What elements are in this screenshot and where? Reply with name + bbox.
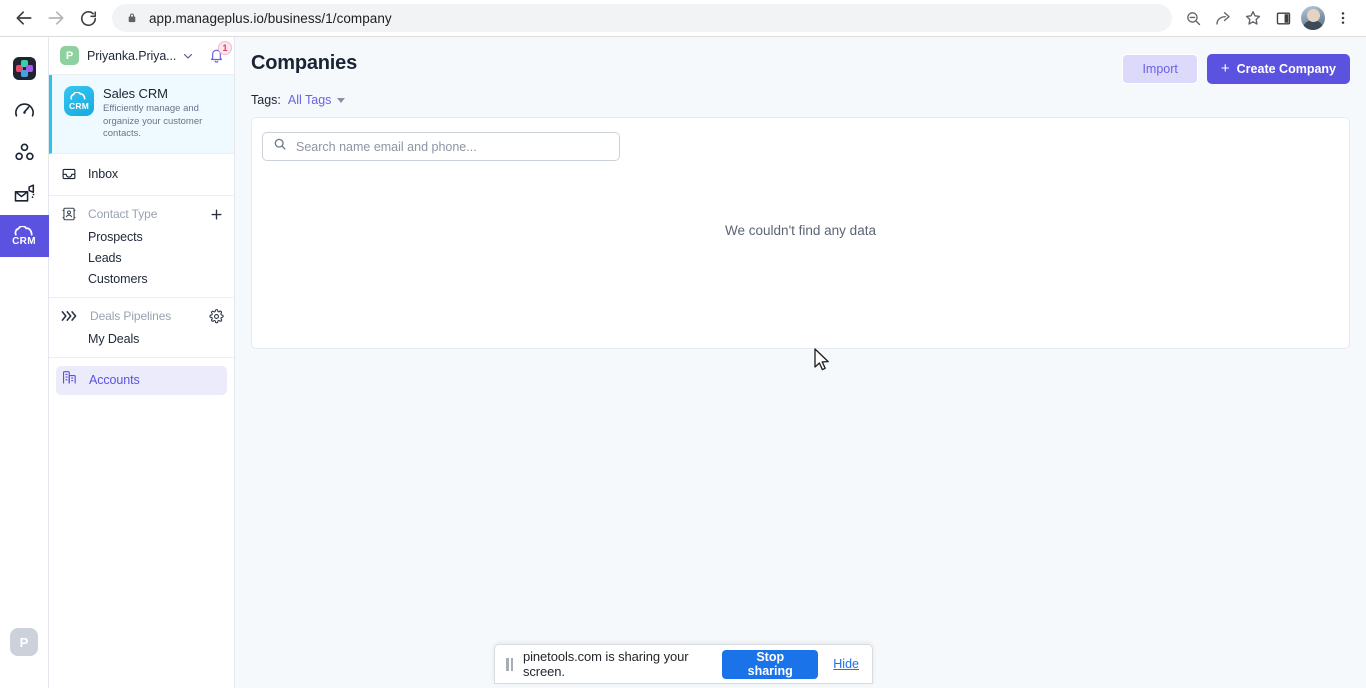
app-card-sales-crm[interactable]: CRM Sales CRM Efficiently manage and org… (49, 75, 234, 154)
add-contact-type-button[interactable] (209, 207, 224, 222)
sidebar-section-contact-type: Contact Type Prospects Leads Customers (49, 196, 234, 298)
url-text: app.manageplus.io/business/1/company (149, 10, 392, 26)
address-bar[interactable]: app.manageplus.io/business/1/company (112, 4, 1172, 32)
sidebar-group-deals-pipelines-label: Deals Pipelines (90, 309, 172, 324)
reload-button[interactable] (72, 2, 104, 34)
notification-badge: 1 (218, 41, 232, 55)
page-title: Companies (251, 52, 358, 74)
deals-pipelines-settings-button[interactable] (209, 308, 224, 324)
companies-card: We couldn't find any data (251, 117, 1350, 349)
search-input[interactable] (296, 139, 609, 154)
sidebar-item-customers[interactable]: Customers (49, 269, 234, 290)
sidebar-item-my-deals[interactable]: My Deals (49, 329, 234, 350)
back-button[interactable] (8, 2, 40, 34)
create-company-button-label: Create Company (1236, 62, 1336, 76)
plus-icon: + (1220, 60, 1230, 77)
share-icon (1216, 12, 1230, 25)
tags-value[interactable]: All Tags (288, 93, 332, 107)
sidebar-item-accounts-label: Accounts (89, 373, 140, 388)
caret-down-icon (337, 97, 346, 103)
app-card-description: Efficiently manage and organize your cus… (103, 103, 203, 140)
pause-icon (506, 657, 513, 671)
forward-arrow-icon (48, 11, 64, 25)
zoom-out-icon (1186, 11, 1200, 25)
lock-icon (126, 12, 138, 24)
zoom-out-button[interactable] (1178, 3, 1208, 33)
stop-sharing-button[interactable]: Stop sharing (722, 649, 819, 679)
gear-icon (209, 308, 224, 323)
screen-share-bar: pinetools.com is sharing your screen. St… (494, 644, 873, 684)
rail-item-logo[interactable] (0, 47, 49, 89)
avatar: P (10, 628, 38, 656)
rail-user-avatar-button[interactable]: P (0, 621, 49, 663)
reload-icon (80, 10, 96, 26)
notifications-button[interactable]: 1 (208, 41, 232, 64)
sidebar-item-inbox[interactable]: Inbox (49, 162, 234, 187)
sidebar-item-inbox-label: Inbox (88, 167, 119, 182)
profile-button[interactable] (1298, 3, 1328, 33)
empty-state-message: We couldn't find any data (725, 223, 876, 238)
workspace-switcher[interactable]: P Priyanka.Priya... 1 (49, 37, 234, 75)
tags-filter[interactable]: Tags: All Tags (251, 93, 1350, 107)
browser-menu-button[interactable] (1328, 3, 1358, 33)
rail-item-crm-label: CRM (12, 235, 36, 247)
sidebar-group-contact-type[interactable]: Contact Type (49, 202, 234, 227)
rail-item-crm[interactable]: CRM (0, 215, 49, 257)
crm-cloud-icon (14, 225, 33, 235)
header-actions: Import + Create Company (1122, 52, 1350, 84)
rail-item-teams[interactable] (0, 131, 49, 173)
chevron-down-icon (182, 50, 194, 62)
side-panel-button[interactable] (1268, 3, 1298, 33)
sidebar-section-deals-pipelines: Deals Pipelines My Deals (49, 298, 234, 358)
side-panel-icon (1276, 12, 1290, 24)
people-group-icon (14, 143, 34, 160)
sidebar-item-leads[interactable]: Leads (49, 248, 234, 269)
sidebar-section-accounts: Accounts (49, 358, 234, 395)
speedometer-icon (14, 102, 34, 117)
pipeline-chevrons-icon (61, 309, 79, 323)
three-dot-menu-icon (1341, 12, 1345, 24)
crm-app-icon: CRM (64, 86, 94, 116)
sidebar-item-prospects[interactable]: Prospects (49, 227, 234, 248)
star-icon (1245, 11, 1261, 25)
browser-action-icons (1178, 3, 1358, 33)
sidebar-group-contact-type-label: Contact Type (88, 207, 158, 222)
cloud-icon (70, 92, 86, 100)
back-arrow-icon (16, 11, 32, 25)
crm-app-icon-label: CRM (69, 101, 89, 111)
tags-label: Tags: (251, 93, 281, 107)
workspace-avatar: P (60, 46, 79, 65)
sidebar-item-accounts[interactable]: Accounts (56, 365, 227, 395)
share-button[interactable] (1208, 3, 1238, 33)
import-button[interactable]: Import (1122, 54, 1198, 84)
search-box[interactable] (262, 132, 620, 161)
rail-item-dashboard[interactable] (0, 89, 49, 131)
share-message: pinetools.com is sharing your screen. (523, 649, 689, 679)
browser-toolbar: app.manageplus.io/business/1/company (0, 0, 1366, 37)
contact-card-icon (61, 206, 77, 222)
plus-icon (211, 209, 222, 220)
search-icon (273, 137, 287, 156)
create-company-button[interactable]: + Create Company (1206, 54, 1350, 84)
workspace-name: Priyanka.Priya... (87, 48, 177, 63)
hide-share-bar-link[interactable]: Hide (833, 657, 859, 671)
rail-item-campaigns[interactable] (0, 173, 49, 215)
main-content: Companies Import + Create Company Tags: … (235, 37, 1366, 688)
building-icon (61, 369, 78, 391)
sidebar: P Priyanka.Priya... 1 CRM Sales CRM Effi… (49, 37, 235, 688)
bookmark-button[interactable] (1238, 3, 1268, 33)
page-header: Companies Import + Create Company (251, 37, 1350, 84)
forward-button[interactable] (40, 2, 72, 34)
app-card-title: Sales CRM (103, 86, 168, 101)
profile-avatar (1301, 6, 1325, 30)
app-logo-icon (12, 56, 36, 80)
sidebar-group-deals-pipelines[interactable]: Deals Pipelines (49, 304, 234, 329)
sidebar-section-inbox: Inbox (49, 154, 234, 196)
inbox-tray-icon (61, 166, 77, 182)
app-rail: CRM P (0, 37, 49, 688)
mail-megaphone-icon (14, 183, 34, 202)
